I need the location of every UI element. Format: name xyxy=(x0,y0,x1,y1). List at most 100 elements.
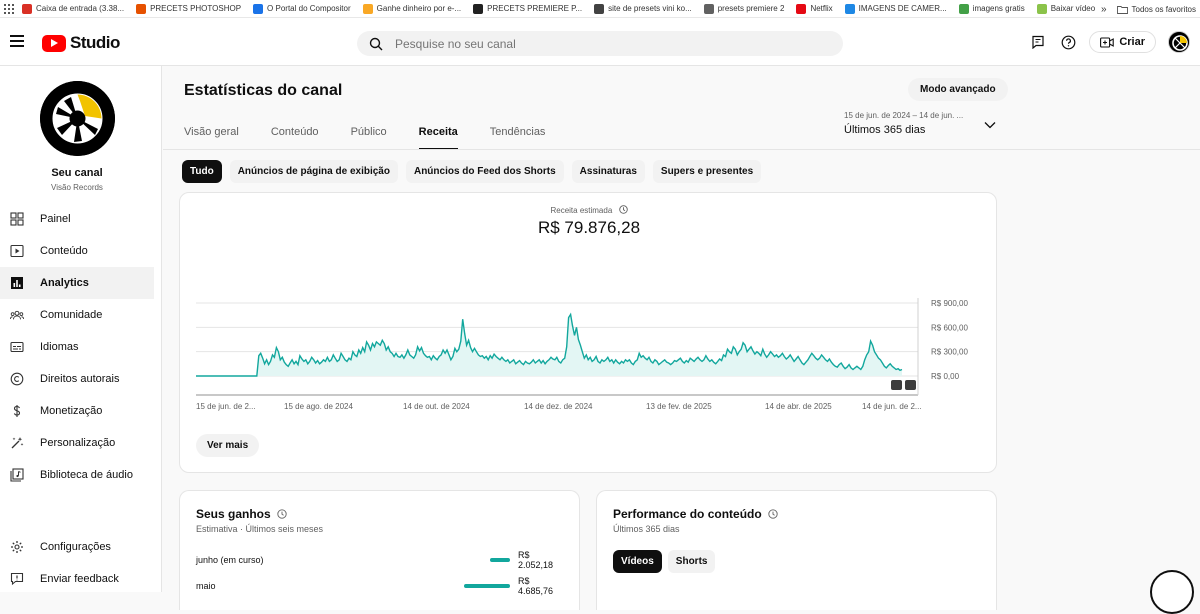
bookmark-item[interactable]: presets premiere 2 xyxy=(703,3,785,14)
create-button[interactable]: Criar xyxy=(1089,31,1156,53)
globe-icon xyxy=(253,3,264,14)
sidebar-item-analytics[interactable]: Analytics xyxy=(0,267,154,299)
download-icon xyxy=(1036,3,1047,14)
all-bookmarks-folder[interactable]: Todos os favoritos xyxy=(1116,5,1196,14)
copyright-icon xyxy=(10,372,24,386)
tab-receita[interactable]: Receita xyxy=(418,126,458,150)
account-avatar[interactable] xyxy=(1168,31,1190,53)
performance-subtitle: Últimos 365 dias xyxy=(613,524,680,534)
sidebar-item-label: Direitos autorais xyxy=(40,373,120,385)
studio-logo[interactable]: Studio xyxy=(42,33,120,53)
date-range-picker[interactable]: 15 de jun. de 2024 – 14 de jun. ... Últi… xyxy=(844,111,963,136)
filter-chip[interactable]: Anúncios de página de exibição xyxy=(229,160,398,183)
channel-handle: Visão Records xyxy=(51,183,103,192)
date-range-label: Últimos 365 dias xyxy=(844,124,926,136)
feedback-icon xyxy=(10,572,24,586)
bookmark-item[interactable]: O Portal do Compositor xyxy=(253,3,351,14)
sidebar-item-label: Comunidade xyxy=(40,309,103,321)
wand-icon xyxy=(10,436,24,450)
advanced-mode-button[interactable]: Modo avançado xyxy=(908,78,1008,101)
help-icon[interactable] xyxy=(1059,33,1077,51)
tab-visao-geral[interactable]: Visão geral xyxy=(184,126,239,150)
sidebar-item-enviar-feedback[interactable]: Enviar feedback xyxy=(0,563,154,595)
filter-chip[interactable]: Anúncios do Feed dos Shorts xyxy=(405,160,564,183)
main-content: Estatísticas do canal Modo avançado Visã… xyxy=(163,66,1200,610)
earnings-subtitle: Estimativa · Últimos seis meses xyxy=(196,524,324,534)
bookmark-item[interactable]: imagens gratis xyxy=(958,3,1025,14)
see-more-button[interactable]: Ver mais xyxy=(196,434,260,457)
sidebar-nav: Painel Conteúdo Analytics Comunidade Idiomas… xyxy=(0,203,162,491)
channel-avatar[interactable] xyxy=(40,81,115,156)
filter-chip[interactable]: Assinaturas xyxy=(571,160,645,183)
bookmark-item[interactable]: PRECETS PREMIERE P... xyxy=(473,3,582,14)
sidebar-item-personalizacao[interactable]: Personalização xyxy=(0,427,154,459)
x-tick-label: 15 de ago. de 2024 xyxy=(284,402,354,411)
content-icon xyxy=(10,244,24,258)
bookmark-label: IMAGENS DE CAMER... xyxy=(858,4,947,13)
dashboard-icon xyxy=(10,212,24,226)
floating-action-button[interactable] xyxy=(1150,570,1194,614)
tab-conteudo[interactable]: Conteúdo xyxy=(271,126,319,150)
search-bar[interactable] xyxy=(357,31,843,56)
top-header: Studio Criar xyxy=(0,18,1200,66)
youtube-logo-icon xyxy=(42,34,66,52)
bookmark-item[interactable]: site de presets vini ko... xyxy=(594,3,692,14)
search-input[interactable] xyxy=(395,36,795,51)
filter-chip[interactable]: Supers e presentes xyxy=(652,160,762,183)
x-tick-label: 15 de jun. de 2... xyxy=(196,402,256,411)
x-tick-label: 13 de fev. de 2025 xyxy=(646,402,712,411)
bookmark-item[interactable]: PRECETS PHOTOSHOP xyxy=(136,3,241,14)
create-label: Criar xyxy=(1119,36,1145,48)
performance-chips: Vídeos Shorts xyxy=(613,550,716,573)
sidebar-item-monetizacao[interactable]: Monetização xyxy=(0,395,154,427)
filter-chip[interactable]: Tudo xyxy=(182,160,222,183)
earnings-value: R$ 4.685,76 xyxy=(518,576,554,596)
tabs-divider xyxy=(163,149,1200,150)
bookmark-label: imagens gratis xyxy=(972,4,1025,13)
apps-grid-icon[interactable] xyxy=(4,3,14,14)
performance-chip[interactable]: Shorts xyxy=(667,550,716,573)
audio-library-icon xyxy=(10,468,24,482)
sidebar-item-painel[interactable]: Painel xyxy=(0,203,154,235)
earnings-row[interactable]: maio R$ 4.685,76 xyxy=(196,576,564,596)
revenue-area-fill xyxy=(196,314,902,376)
community-icon xyxy=(10,308,24,322)
sidebar-item-idiomas[interactable]: Idiomas xyxy=(0,331,154,363)
earnings-row[interactable]: junho (em curso) R$ 2.052,18 xyxy=(196,550,564,570)
sidebar-item-conteudo[interactable]: Conteúdo xyxy=(0,235,154,267)
analytics-icon xyxy=(10,276,24,290)
tab-publico[interactable]: Público xyxy=(351,126,387,150)
bookmark-item[interactable]: Netflix xyxy=(796,3,833,14)
sidebar-item-biblioteca-de-audio[interactable]: Biblioteca de áudio xyxy=(0,459,154,491)
earnings-title: Seus ganhos xyxy=(196,507,271,521)
sidebar-item-comunidade[interactable]: Comunidade xyxy=(0,299,154,331)
sidebar-item-configuracoes[interactable]: Configurações xyxy=(0,531,154,563)
chevron-down-icon[interactable] xyxy=(984,121,996,129)
x-tick-label: 14 de dez. de 2024 xyxy=(524,402,593,411)
x-tick-label: 14 de abr. de 2025 xyxy=(765,402,832,411)
disc-icon xyxy=(703,3,714,14)
video-marker-icon[interactable] xyxy=(891,380,902,390)
bookmark-label: presets premiere 2 xyxy=(717,4,785,13)
performance-chip[interactable]: Vídeos xyxy=(613,550,662,573)
bookmark-item[interactable]: IMAGENS DE CAMER... xyxy=(844,3,947,14)
performance-title-row: Performance do conteúdo xyxy=(613,507,778,521)
tab-tendencias[interactable]: Tendências xyxy=(490,126,546,150)
sidebar-item-direitos-autorais[interactable]: Direitos autorais xyxy=(0,363,154,395)
bookmarks-more-button[interactable]: » xyxy=(1101,4,1107,15)
page-title: Estatísticas do canal xyxy=(184,82,343,99)
analytics-tabs: Visão geral Conteúdo Público Receita Tendênc… xyxy=(184,126,577,150)
bookmark-item[interactable]: Caixa de entrada (3.38... xyxy=(22,3,124,14)
menu-icon[interactable] xyxy=(10,35,24,50)
performance-title: Performance do conteúdo xyxy=(613,507,762,521)
bookmark-item[interactable]: Ganhe dinheiro por e-... xyxy=(362,3,461,14)
comments-icon[interactable] xyxy=(1029,33,1047,51)
revenue-chart-card: Receita estimada R$ 79.876,28 R$ 900,00 R… xyxy=(179,192,997,473)
y-tick-label: R$ 900,00 xyxy=(931,299,968,308)
info-clock-icon[interactable] xyxy=(277,509,287,519)
bookmark-label: Netflix xyxy=(810,4,833,13)
bookmark-icon xyxy=(362,3,373,14)
bookmark-label: site de presets vini ko... xyxy=(608,4,692,13)
video-marker-icon[interactable] xyxy=(905,380,916,390)
info-clock-icon[interactable] xyxy=(768,509,778,519)
